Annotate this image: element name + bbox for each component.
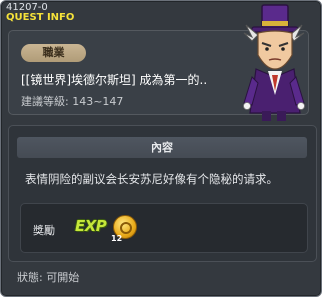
quest-name: [[镜世界]埃德尔斯坦] 成為第一的..: [21, 73, 208, 87]
reward-label: 獎勵: [33, 224, 55, 237]
quest-description: 表情阴险的副议会长安苏尼好像有个隐秘的请求。: [25, 172, 278, 186]
quest-status: 狀態: 可開始: [17, 271, 80, 284]
content-section-title: 內容: [17, 137, 307, 158]
reward-box: 獎勵 EXP 12: [20, 203, 308, 253]
coin-count: 12: [111, 234, 123, 243]
job-badge: 職業: [21, 44, 86, 62]
exp-icon[interactable]: EXP: [75, 217, 107, 235]
window-title: QUEST INFO: [6, 12, 75, 23]
quest-info-window: 41207-0 QUEST INFO 職業 [[镜世界]埃德尔斯坦] 成為第一的…: [0, 0, 322, 297]
npc-portrait: [243, 4, 305, 121]
recommended-level: 建議等級: 143~147: [21, 95, 124, 108]
content-panel: 內容 表情阴险的副议会长安苏尼好像有个隐秘的请求。 獎勵 EXP 12: [8, 125, 317, 262]
